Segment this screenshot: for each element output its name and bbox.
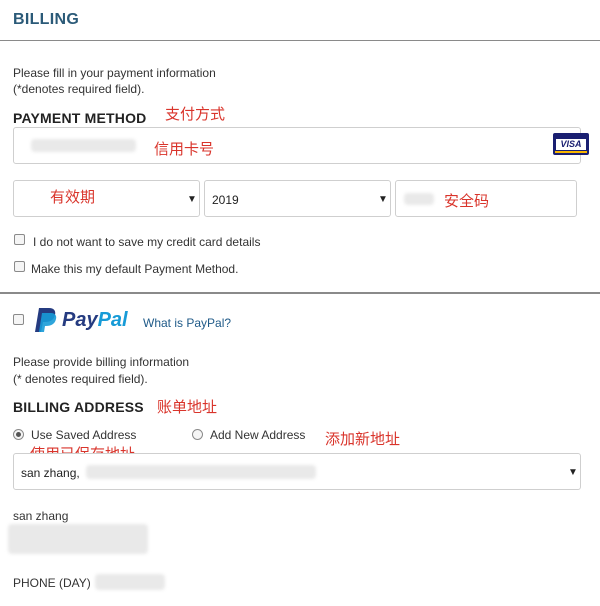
chevron-down-icon: ▼ [568, 467, 578, 478]
paypal-wordmark: PayPal [62, 309, 128, 332]
annotation-add-new-address: 添加新地址 [325, 430, 401, 448]
billing-address-heading: BILLING ADDRESS [13, 399, 144, 415]
saved-address-select[interactable]: san zhang, ▼ [13, 453, 581, 490]
no-save-card-label: I do not want to save my credit card det… [33, 235, 261, 249]
phone-day-label: PHONE (DAY) [13, 576, 91, 590]
no-save-card-checkbox[interactable] [14, 234, 25, 245]
payment-method-heading: PAYMENT METHOD [13, 110, 147, 126]
visa-card-icon: VISA [553, 133, 589, 155]
annotation-expiry: 有效期 [50, 188, 96, 206]
paypal-checkbox[interactable] [13, 314, 24, 325]
billing-page: BILLING Please fill in your payment info… [0, 0, 600, 606]
card-number-redacted [31, 139, 136, 152]
expiry-year-value: 2019 [212, 193, 239, 207]
section-divider [0, 292, 600, 294]
saved-address-value: san zhang, [21, 466, 80, 480]
paypal-logo-icon [35, 308, 57, 332]
billing-intro-line1: Please provide billing information [13, 355, 190, 369]
add-new-address-radio[interactable] [192, 429, 203, 440]
add-new-address-label: Add New Address [210, 428, 306, 442]
chevron-down-icon: ▼ [187, 194, 197, 205]
use-saved-address-label: Use Saved Address [31, 428, 137, 442]
expiry-year-select[interactable]: 2019 ▼ [204, 180, 391, 217]
cvv-redacted [404, 193, 434, 205]
card-number-input[interactable] [13, 127, 581, 164]
payment-intro-line1: Please fill in your payment information [13, 66, 216, 80]
default-payment-checkbox[interactable] [14, 261, 25, 272]
use-saved-address-radio[interactable] [13, 429, 24, 440]
what-is-paypal-link[interactable]: What is PayPal? [143, 316, 231, 330]
billing-name: san zhang [13, 509, 69, 523]
annotation-billing-address: 账单地址 [157, 398, 218, 416]
paypal-word-pal: Pal [97, 309, 128, 331]
phone-day-redacted [95, 574, 165, 590]
page-title: BILLING [13, 11, 80, 28]
annotation-cvv: 安全码 [444, 192, 490, 210]
visa-logo-text: VISA [556, 139, 586, 150]
annotation-payment-method: 支付方式 [165, 105, 226, 123]
saved-address-redacted [86, 465, 316, 479]
default-payment-label: Make this my default Payment Method. [31, 262, 239, 276]
header-divider [0, 40, 600, 41]
visa-stripe [555, 151, 587, 153]
payment-intro-line2: (*denotes required field). [13, 82, 145, 96]
billing-intro-line2: (* denotes required field). [13, 372, 148, 386]
chevron-down-icon: ▼ [378, 194, 388, 205]
annotation-card-number: 信用卡号 [154, 140, 215, 158]
paypal-word-pay: Pay [62, 309, 98, 331]
billing-address-redacted [8, 524, 148, 554]
expiry-month-select[interactable]: ▼ [13, 180, 200, 217]
